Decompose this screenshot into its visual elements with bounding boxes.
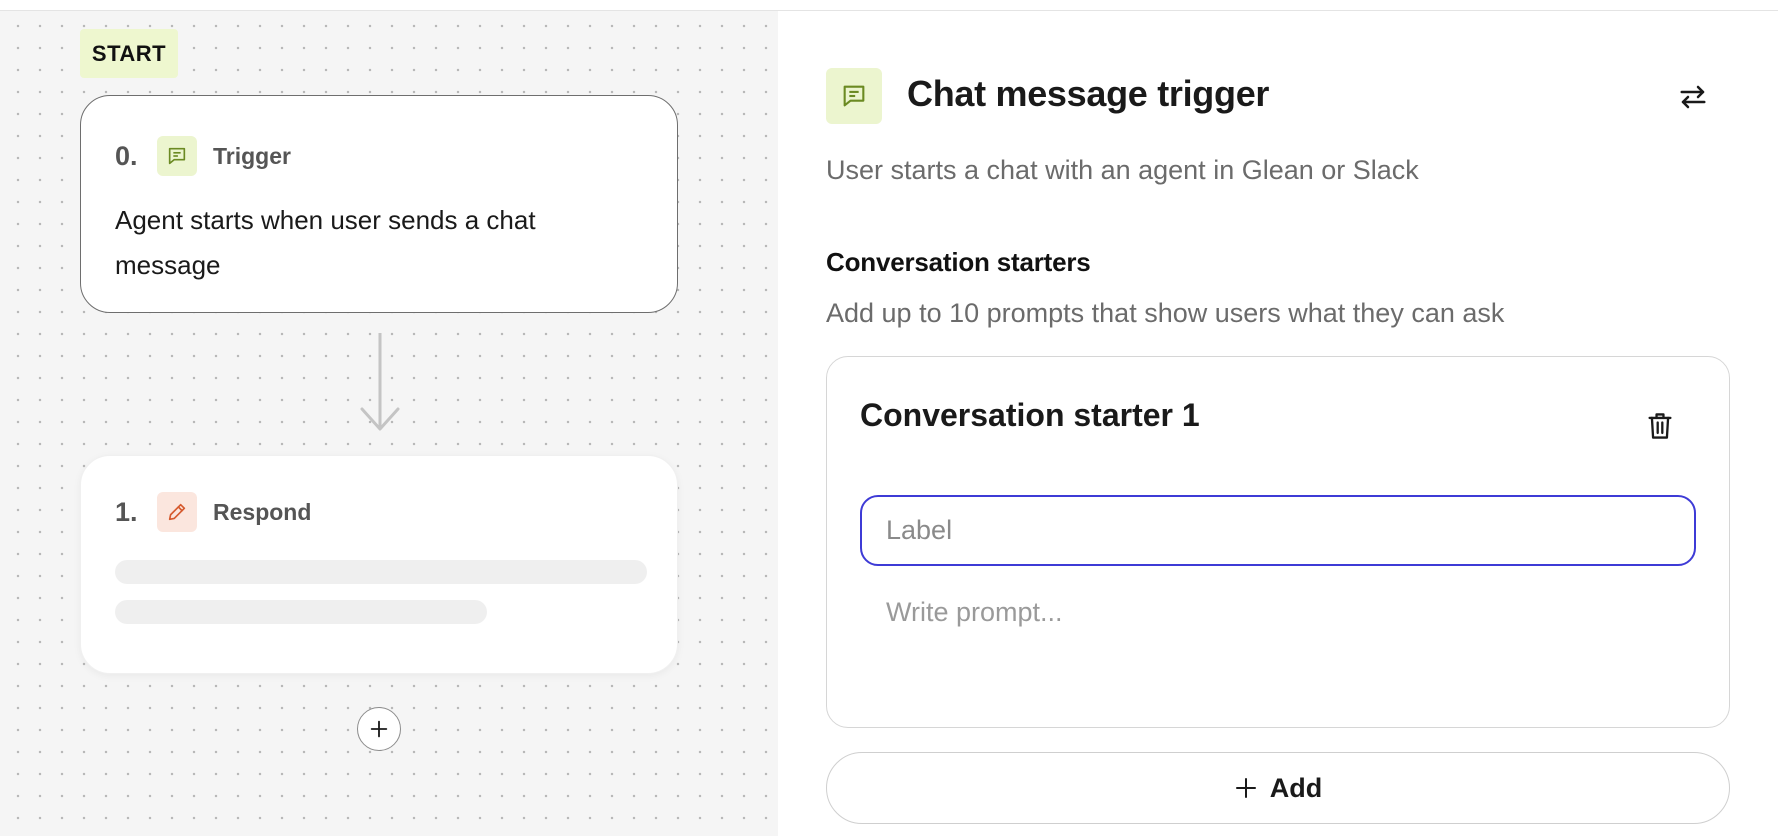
add-starter-button[interactable]: Add <box>826 752 1730 824</box>
section-title: Conversation starters <box>826 247 1091 277</box>
delete-starter-button[interactable] <box>1642 407 1678 445</box>
panel-title: Chat message trigger <box>907 73 1270 114</box>
chat-message-icon <box>826 68 882 124</box>
node-type-label: Respond <box>213 498 312 525</box>
node-header: 1. Respond <box>115 492 311 532</box>
start-badge: START <box>80 29 178 78</box>
trigger-settings-panel: Chat message trigger User starts a chat … <box>778 11 1778 836</box>
node-header: 0. Trigger <box>115 136 291 176</box>
panel-subtitle: User starts a chat with an agent in Glea… <box>826 155 1419 185</box>
trigger-node[interactable]: 0. Trigger Agent starts when user sends … <box>80 95 678 313</box>
loading-placeholder <box>115 560 647 584</box>
chat-message-icon <box>157 136 197 176</box>
workflow-canvas[interactable]: START 0. Trigger Agent starts when user … <box>0 11 778 836</box>
swap-trigger-button[interactable] <box>1675 79 1711 115</box>
pencil-icon <box>157 492 197 532</box>
connector-arrow <box>360 333 400 431</box>
plus-icon <box>370 720 388 738</box>
node-index: 0. <box>115 140 138 171</box>
conversation-starter-card: Conversation starter 1 <box>826 356 1730 728</box>
node-index: 1. <box>115 496 138 527</box>
trash-icon <box>1648 413 1672 439</box>
add-starter-label: Add <box>1269 772 1323 803</box>
starter-prompt-input[interactable] <box>860 579 1696 699</box>
add-step-button[interactable] <box>357 707 401 751</box>
conversation-starter-title: Conversation starter 1 <box>860 397 1200 433</box>
section-description: Add up to 10 prompts that show users wha… <box>826 298 1505 328</box>
swap-arrows-icon <box>1680 85 1706 109</box>
plus-icon <box>1235 778 1256 798</box>
top-divider <box>0 0 1778 11</box>
starter-label-input[interactable] <box>860 495 1696 566</box>
loading-placeholder <box>115 600 487 624</box>
node-type-label: Trigger <box>213 142 291 169</box>
node-description: Agent starts when user sends a chat mess… <box>115 205 536 280</box>
respond-node[interactable]: 1. Respond <box>80 455 678 674</box>
